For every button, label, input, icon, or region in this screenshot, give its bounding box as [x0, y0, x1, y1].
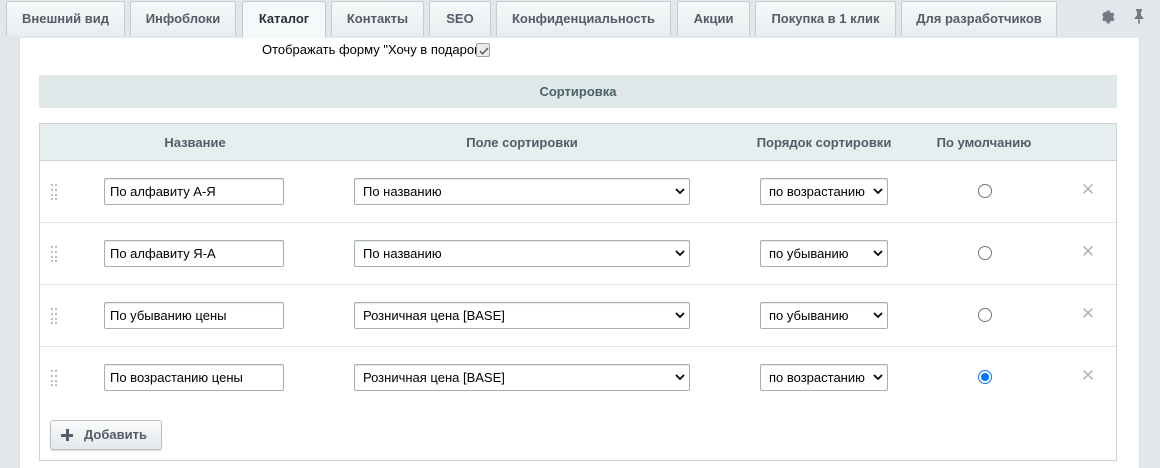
table-row: По названию по возрастанию ✕ — [40, 161, 1116, 223]
sort-order-select[interactable]: по убыванию — [760, 240, 888, 267]
sort-field-value: Розничная цена [BASE] — [363, 370, 505, 385]
chevron-down-icon — [873, 312, 883, 319]
tab-privacy[interactable]: Конфиденциальность — [496, 1, 671, 36]
sort-name-input[interactable] — [104, 302, 284, 329]
default-radio[interactable] — [978, 184, 992, 198]
add-sorting-button[interactable]: Добавить — [50, 420, 162, 450]
tab-contacts[interactable]: Контакты — [331, 1, 424, 36]
default-radio[interactable] — [978, 308, 992, 322]
table-row: Розничная цена [BASE] по убыванию ✕ — [40, 285, 1116, 347]
drag-handle-icon[interactable] — [51, 246, 59, 262]
sort-order-value: по возрастанию — [769, 370, 865, 385]
chevron-down-icon — [873, 374, 883, 381]
chevron-down-icon — [675, 188, 685, 195]
delete-icon[interactable]: ✕ — [1080, 243, 1096, 261]
sort-order-value: по возрастанию — [769, 184, 865, 199]
tab-appearance[interactable]: Внешний вид — [6, 1, 125, 36]
sort-order-value: по убыванию — [769, 246, 849, 261]
tab-tools — [1080, 0, 1160, 36]
tab-catalog[interactable]: Каталог — [242, 1, 326, 40]
gift-form-row: Отображать форму "Хочу в подарок": — [20, 38, 1139, 62]
delete-icon[interactable]: ✕ — [1080, 181, 1096, 199]
delete-icon[interactable]: ✕ — [1080, 305, 1096, 323]
gift-form-label: Отображать форму "Хочу в подарок": — [261, 42, 488, 57]
header-name: Название — [164, 135, 226, 150]
gear-icon[interactable] — [1098, 8, 1116, 26]
sort-field-value: По названию — [363, 184, 442, 199]
plus-icon — [61, 429, 73, 441]
table-row: Розничная цена [BASE] по возрастанию ✕ — [40, 347, 1116, 409]
default-radio[interactable] — [978, 246, 992, 260]
drag-handle-icon[interactable] — [51, 370, 59, 386]
sort-field-select[interactable]: Розничная цена [BASE] — [354, 302, 690, 329]
sort-name-input[interactable] — [104, 240, 284, 267]
default-radio[interactable] — [978, 370, 992, 384]
header-default: По умолчанию — [936, 135, 1032, 150]
sort-field-select[interactable]: По названию — [354, 240, 690, 267]
tab-promotions[interactable]: Акции — [677, 1, 750, 36]
sort-order-select[interactable]: по возрастанию — [760, 364, 888, 391]
sort-name-input[interactable] — [104, 178, 284, 205]
gift-form-checkbox[interactable] — [476, 43, 490, 57]
chevron-down-icon — [675, 312, 685, 319]
table-row: По названию по убыванию ✕ — [40, 223, 1116, 285]
header-order: Порядок сортировки — [756, 135, 892, 150]
chevron-down-icon — [873, 188, 883, 195]
checkmark-icon — [479, 47, 489, 55]
tab-infoblocks[interactable]: Инфоблоки — [130, 1, 236, 36]
header-field: Поле сортировки — [466, 135, 578, 150]
add-button-label: Добавить — [84, 427, 147, 442]
tab-developers[interactable]: Для разработчиков — [901, 1, 1057, 36]
sorting-table-header: Название Поле сортировки Порядок сортиро… — [40, 124, 1116, 161]
drag-handle-icon[interactable] — [51, 308, 59, 324]
sort-field-select[interactable]: Розничная цена [BASE] — [354, 364, 690, 391]
sort-order-select[interactable]: по возрастанию — [760, 178, 888, 205]
sort-order-select[interactable]: по убыванию — [760, 302, 888, 329]
chevron-down-icon — [675, 250, 685, 257]
drag-handle-icon[interactable] — [51, 184, 59, 200]
chevron-down-icon — [675, 374, 685, 381]
tab-seo[interactable]: SEO — [429, 1, 491, 36]
sort-field-value: По названию — [363, 246, 442, 261]
delete-icon[interactable]: ✕ — [1080, 367, 1096, 385]
pin-icon[interactable] — [1130, 8, 1148, 26]
sorting-section-title: Сортировка — [39, 75, 1117, 108]
tab-bar: Внешний вид Инфоблоки Каталог Контакты S… — [0, 0, 1160, 40]
tab-one-click-buy[interactable]: Покупка в 1 клик — [755, 1, 896, 36]
sort-field-select[interactable]: По названию — [354, 178, 690, 205]
sort-name-input[interactable] — [104, 364, 284, 391]
sort-order-value: по убыванию — [769, 308, 849, 323]
sort-field-value: Розничная цена [BASE] — [363, 308, 505, 323]
catalog-settings-panel: Отображать форму "Хочу в подарок": Сорти… — [19, 38, 1140, 468]
chevron-down-icon — [873, 250, 883, 257]
sorting-table: Название Поле сортировки Порядок сортиро… — [39, 123, 1117, 461]
